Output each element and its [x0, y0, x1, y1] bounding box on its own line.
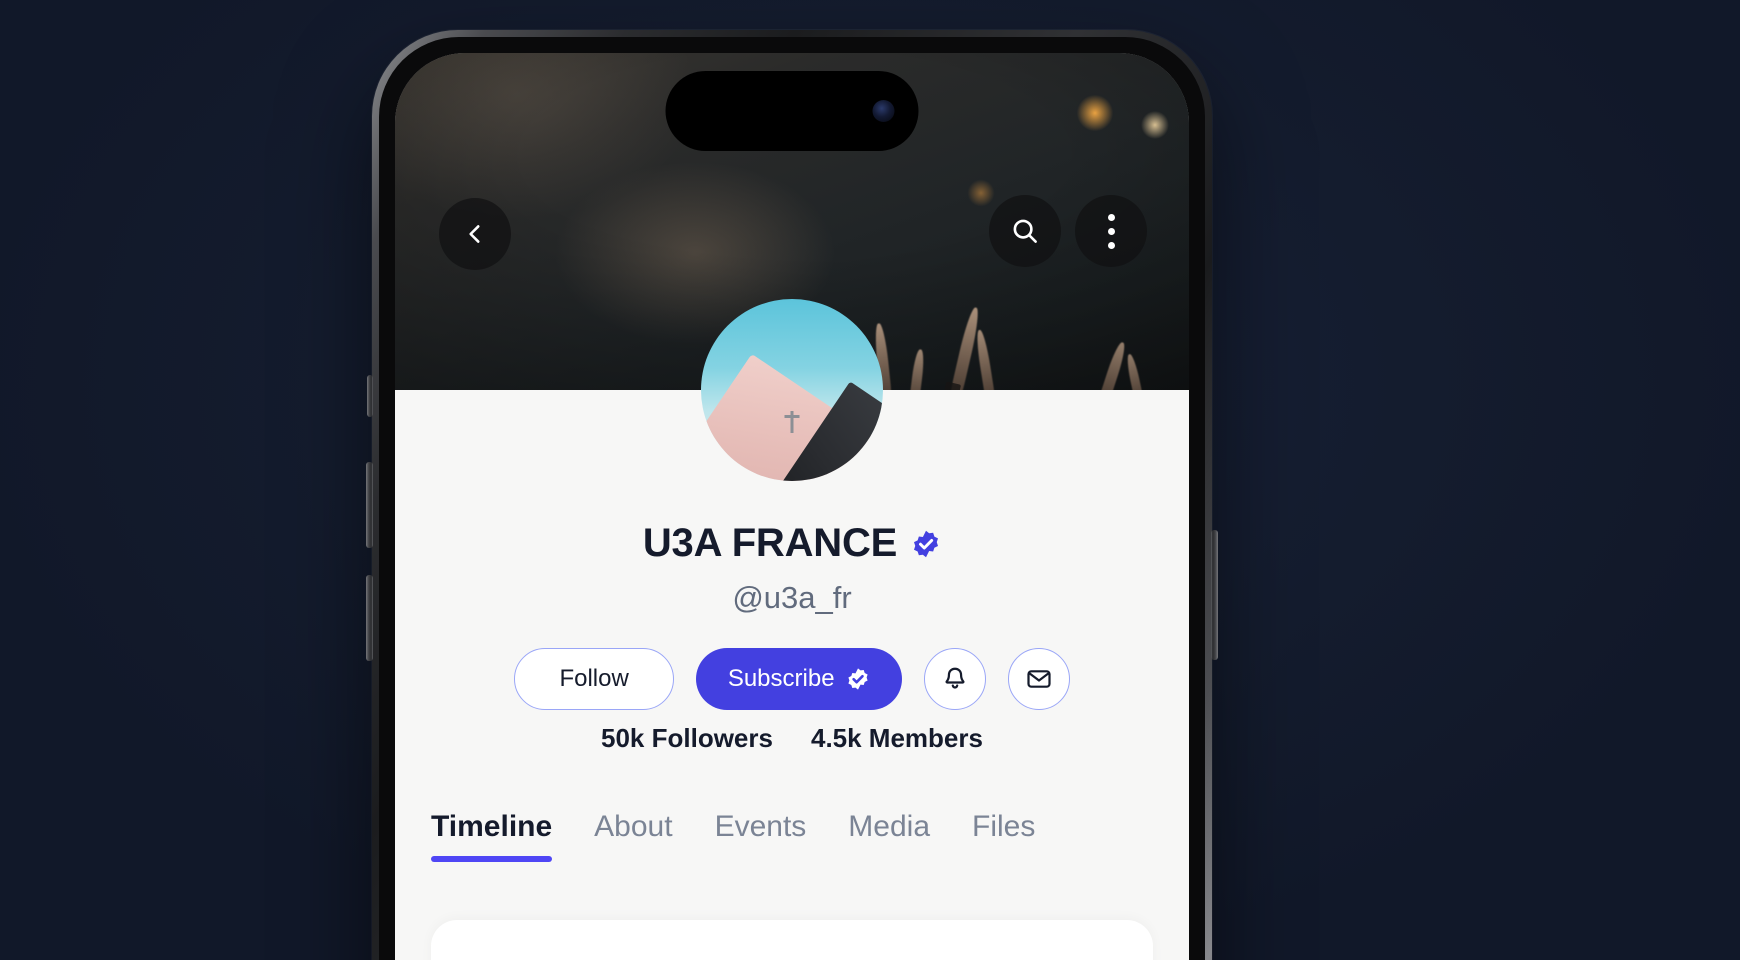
tab-events[interactable]: Events — [715, 810, 807, 862]
avatar[interactable] — [701, 299, 883, 481]
notifications-button[interactable] — [923, 648, 986, 710]
tab-timeline[interactable]: Timeline — [431, 810, 553, 862]
back-button[interactable] — [439, 198, 511, 270]
profile-stats: 50k Followers 4.5k Members — [395, 723, 1189, 754]
message-button[interactable] — [1007, 648, 1070, 710]
profile-tabs: Timeline About Events Media Files — [431, 810, 1189, 862]
chevron-left-icon — [469, 225, 480, 243]
tab-files[interactable]: Files — [972, 810, 1035, 862]
profile-handle: @u3a_fr — [732, 580, 852, 615]
more-options-button[interactable] — [1075, 195, 1147, 267]
tab-about[interactable]: About — [594, 810, 672, 862]
phone-volume-up-button[interactable] — [366, 462, 373, 548]
phone-power-button[interactable] — [1211, 530, 1218, 660]
phone-bezel: U3A FRANCE @u3a_fr Follow Subscribe 50k … — [379, 37, 1205, 960]
phone-screen: U3A FRANCE @u3a_fr Follow Subscribe 50k … — [395, 53, 1189, 960]
bell-icon — [944, 667, 965, 689]
mail-icon — [1026, 670, 1051, 688]
subscribe-button[interactable]: Subscribe — [695, 648, 902, 710]
avatar-cross-shape — [784, 411, 800, 433]
feed-post-card[interactable] — [431, 920, 1153, 960]
subscribe-verified-badge-icon — [846, 667, 870, 691]
page-title: U3A FRANCE — [642, 521, 898, 565]
profile-content: U3A FRANCE @u3a_fr Follow Subscribe 50k … — [395, 299, 1189, 960]
follow-button[interactable]: Follow — [514, 648, 674, 710]
stat-members[interactable]: 4.5k Members — [811, 723, 983, 754]
search-button[interactable] — [989, 195, 1061, 267]
front-camera-icon — [872, 100, 895, 122]
dynamic-island — [665, 71, 919, 151]
phone-device-frame: U3A FRANCE @u3a_fr Follow Subscribe 50k … — [366, 30, 1218, 960]
profile-name-row: U3A FRANCE — [395, 521, 1189, 566]
more-vertical-icon — [1107, 213, 1115, 249]
profile-actions: Follow Subscribe — [395, 648, 1189, 710]
search-icon — [1013, 219, 1037, 243]
subscribe-button-label: Subscribe — [727, 665, 835, 692]
tab-media[interactable]: Media — [848, 810, 930, 862]
phone-mute-switch[interactable] — [367, 375, 373, 417]
phone-volume-down-button[interactable] — [366, 575, 373, 661]
verified-badge-icon — [911, 529, 941, 559]
stat-followers[interactable]: 50k Followers — [601, 723, 773, 754]
